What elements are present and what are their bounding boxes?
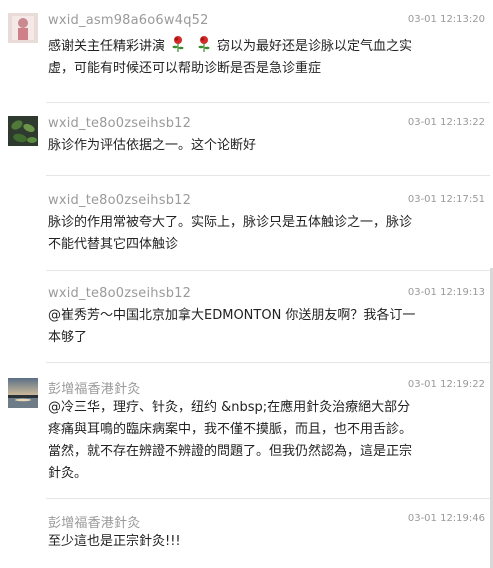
comment-text-line: @崔秀芳～中国北京加拿大EDMONTON 你送朋友啊？我各订一 <box>48 308 416 323</box>
comment-text: 脉诊的作用常被夸大了。实际上，脉诊只是五体触诊之一，脉诊 不能代替其它四体触诊 <box>48 212 448 256</box>
comment-divider <box>46 175 490 176</box>
comment-timestamp: 03-01 12:19:22 <box>407 379 485 390</box>
sunset-lake-avatar-icon[interactable] <box>8 378 38 408</box>
comment-text-line: 本够了 <box>48 330 88 345</box>
rose-emoji-icon <box>195 35 213 53</box>
comment-text-line: 脉诊的作用常被夸大了。实际上，脉诊只是五体触诊之一，脉诊 <box>48 215 413 230</box>
comment-text-part: 感谢关主任精彩讲演 <box>48 39 166 54</box>
comment-timestamp: 03-01 12:13:20 <box>407 14 485 25</box>
comment-username[interactable]: wxid_te8o0zseihsb12 <box>48 286 191 301</box>
comment-username[interactable]: wxid_te8o0zseihsb12 <box>48 116 191 131</box>
comment-username[interactable]: wxid_asm98a6o6w4q52 <box>48 13 209 28</box>
comment-divider <box>46 102 490 103</box>
comment-text-part: 虚，可能有时候还可以帮助诊断是否是急诊重症 <box>48 61 322 76</box>
green-leaves-avatar-icon[interactable] <box>8 116 38 146</box>
comment-divider <box>46 362 490 363</box>
comment-divider <box>46 270 490 271</box>
comment-text: @崔秀芳～中国北京加拿大EDMONTON 你送朋友啊？我各订一 本够了 <box>48 305 448 349</box>
rose-emoji-icon <box>169 35 187 53</box>
comment-timestamp: 03-01 12:13:22 <box>407 117 485 128</box>
comment-text: 脉诊作为评估依据之一。这个论断好 <box>48 138 257 153</box>
comment-divider <box>46 498 490 499</box>
comment-username[interactable]: 彭增福香港針灸 <box>48 378 140 397</box>
comment-text-line: @冷三华，理疗、针灸，纽约 &nbsp;在應用針灸治療絕大部分 <box>48 400 411 415</box>
comment-timestamp: 03-01 12:19:46 <box>407 513 485 524</box>
comment-timestamp: 03-01 12:17:51 <box>407 194 485 205</box>
comment-text-line: 疼痛與耳鳴的臨床病案中，我不僅不摸脈，而且，也不用舌診。 <box>48 422 413 437</box>
comment-username[interactable]: 彭增福香港針灸 <box>48 512 140 531</box>
pink-figure-avatar-icon[interactable] <box>8 13 38 43</box>
comment-text-line: 針灸。 <box>48 466 88 481</box>
comment-text: @冷三华，理疗、针灸，纽约 &nbsp;在應用針灸治療絕大部分 疼痛與耳鳴的臨床… <box>48 397 448 485</box>
comment-text: 至少這也是正宗針灸!!! <box>48 534 181 549</box>
comment-text: 感谢关主任精彩讲演 窃以为最好还是诊脉以定气血之实 虚，可能有时候还可以帮助诊断是… <box>48 35 478 80</box>
comment-text-line: 不能代替其它四体触诊 <box>48 237 179 252</box>
comment-username[interactable]: wxid_te8o0zseihsb12 <box>48 193 191 208</box>
comment-text-line: 當然，就不存在辨證不辨證的問題了。但我仍然認為，這是正宗 <box>48 444 413 459</box>
comment-text-part: 窃以为最好还是诊脉以定气血之实 <box>217 39 413 54</box>
comment-timestamp: 03-01 12:19:13 <box>407 287 485 298</box>
